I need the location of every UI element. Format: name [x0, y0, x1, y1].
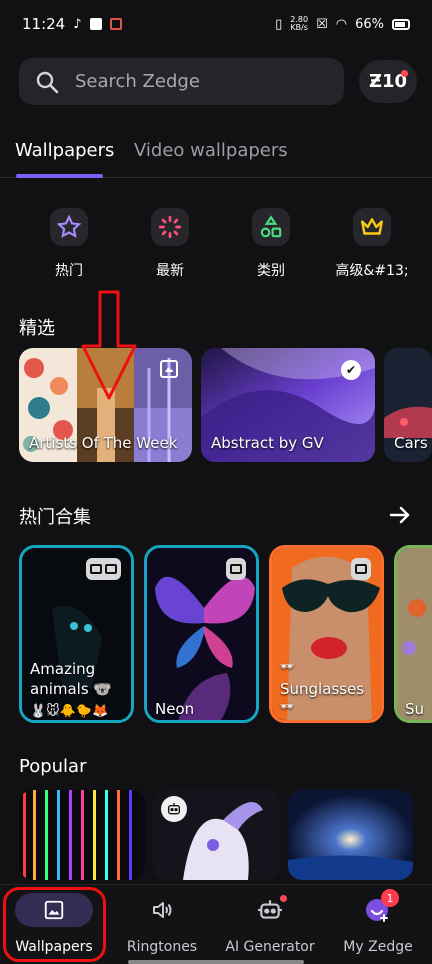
category-label: 最新: [156, 263, 184, 279]
annotation-arrow-icon: [81, 290, 137, 400]
nav-icon-pill: [231, 893, 309, 927]
flowers-image: [397, 548, 432, 720]
zcoins-button[interactable]: Ƶ10: [359, 60, 417, 103]
section-title-popular: Popular: [19, 756, 87, 777]
search-bar[interactable]: Search Zedge: [19, 58, 344, 105]
annotation-highlight-box: [3, 887, 106, 962]
tab-wallpapers[interactable]: Wallpapers: [15, 140, 114, 161]
category-premium[interactable]: 高级&#13;: [332, 208, 412, 280]
collection-card-partial[interactable]: Su: [394, 545, 432, 723]
app-notification-icon: [109, 18, 122, 30]
image-type-icon: [160, 360, 178, 378]
featured-card-abstract[interactable]: ✔ Abstract by GV: [201, 348, 375, 462]
category-categories[interactable]: 类别: [231, 208, 311, 280]
media-type-badge: [351, 558, 371, 580]
category-label: 类别: [257, 263, 285, 279]
robot-icon: [168, 803, 180, 815]
crown-icon: [353, 208, 391, 246]
featured-card-title: Abstract by GV: [211, 434, 324, 452]
category-latest[interactable]: 最新: [130, 208, 210, 280]
collection-title-line1: Amazing: [30, 660, 96, 678]
battery-percent: 66%: [355, 16, 384, 32]
nav-icon-pill: 1: [339, 889, 417, 927]
collection-title: Neon: [155, 700, 195, 718]
active-tab-indicator: [16, 174, 103, 178]
notification-count-badge: 1: [381, 889, 399, 907]
sparkle-icon: [151, 208, 189, 246]
robot-icon: [258, 900, 282, 919]
search-icon: [36, 71, 59, 93]
media-type-badge: [226, 558, 246, 580]
home-indicator: [128, 960, 304, 964]
star-icon: [50, 208, 88, 246]
search-placeholder: Search Zedge: [75, 71, 200, 92]
speed-unit: KB/s: [290, 23, 308, 32]
nav-ringtones[interactable]: Ringtones: [108, 893, 216, 955]
collection-title-line2: animals 🐨: [30, 680, 113, 698]
ai-generated-badge: [161, 796, 187, 822]
network-speed: 2.80 KB/s: [290, 16, 308, 32]
verified-icon: ✔: [341, 360, 361, 380]
popular-wallpaper-1[interactable]: [19, 790, 145, 880]
collection-title: Sunglasses: [280, 680, 365, 698]
collection-emoji-bottom: 🕶: [280, 700, 294, 713]
vibrate-icon: ▯: [275, 16, 283, 32]
nav-label: My Zedge: [343, 939, 413, 955]
nav-icon-pill: [123, 893, 201, 927]
collection-card-neon[interactable]: Neon: [144, 545, 259, 723]
media-type-badge: [86, 558, 121, 580]
collection-card-animals[interactable]: Amazing animals 🐨 🐰🐭🐥🐤🦊: [19, 545, 134, 723]
neon-stripes-image: [19, 790, 145, 880]
waterfall-night-image: [288, 790, 413, 880]
nav-my-zedge[interactable]: 1 My Zedge: [324, 889, 432, 955]
tab-video-wallpapers[interactable]: Video wallpapers: [134, 140, 288, 161]
image-icon: [355, 564, 367, 574]
section-title-featured: 精选: [19, 318, 55, 339]
video-icon: [105, 564, 117, 574]
status-bar: 11:24 ♪ ▯ 2.80 KB/s ☒ ◠ 66%: [0, 0, 432, 48]
tiktok-icon: ♪: [73, 16, 82, 32]
category-hot[interactable]: 热门: [29, 208, 109, 280]
collection-emoji-top: 🕶: [280, 660, 294, 673]
featured-card-title: Cars: [394, 434, 428, 452]
wifi-icon: ◠: [335, 16, 348, 32]
speaker-icon: [153, 902, 172, 918]
category-label: 高级&#13;: [335, 263, 409, 279]
category-label: 热门: [55, 263, 83, 279]
notification-dot: [280, 895, 287, 902]
arrow-right-icon[interactable]: [388, 503, 412, 527]
battery-icon: [392, 18, 410, 30]
collection-card-sunglasses[interactable]: 🕶 Sunglasses 🕶: [269, 545, 384, 723]
no-sim-icon: ☒: [316, 16, 328, 32]
image-icon: [230, 564, 242, 574]
nav-ai-generator[interactable]: AI Generator: [216, 893, 324, 955]
collection-emoji-line: 🐰🐭🐥🐤🦊: [30, 704, 109, 719]
featured-card-cars[interactable]: Cars: [384, 348, 432, 462]
image-icon: [90, 564, 102, 574]
section-title-collections: 热门合集: [19, 507, 91, 528]
featured-card-title: Artists Of The Week: [29, 434, 178, 452]
nav-label: AI Generator: [225, 939, 315, 955]
nav-label: Ringtones: [126, 939, 198, 955]
collection-title: Su: [405, 700, 425, 718]
status-time: 11:24: [22, 15, 66, 33]
content-tabs: Wallpapers Video wallpapers: [0, 128, 432, 178]
shapes-icon: [252, 208, 290, 246]
popular-wallpaper-3[interactable]: [288, 790, 413, 880]
notification-icon: [89, 18, 102, 30]
notification-dot: [401, 70, 408, 77]
